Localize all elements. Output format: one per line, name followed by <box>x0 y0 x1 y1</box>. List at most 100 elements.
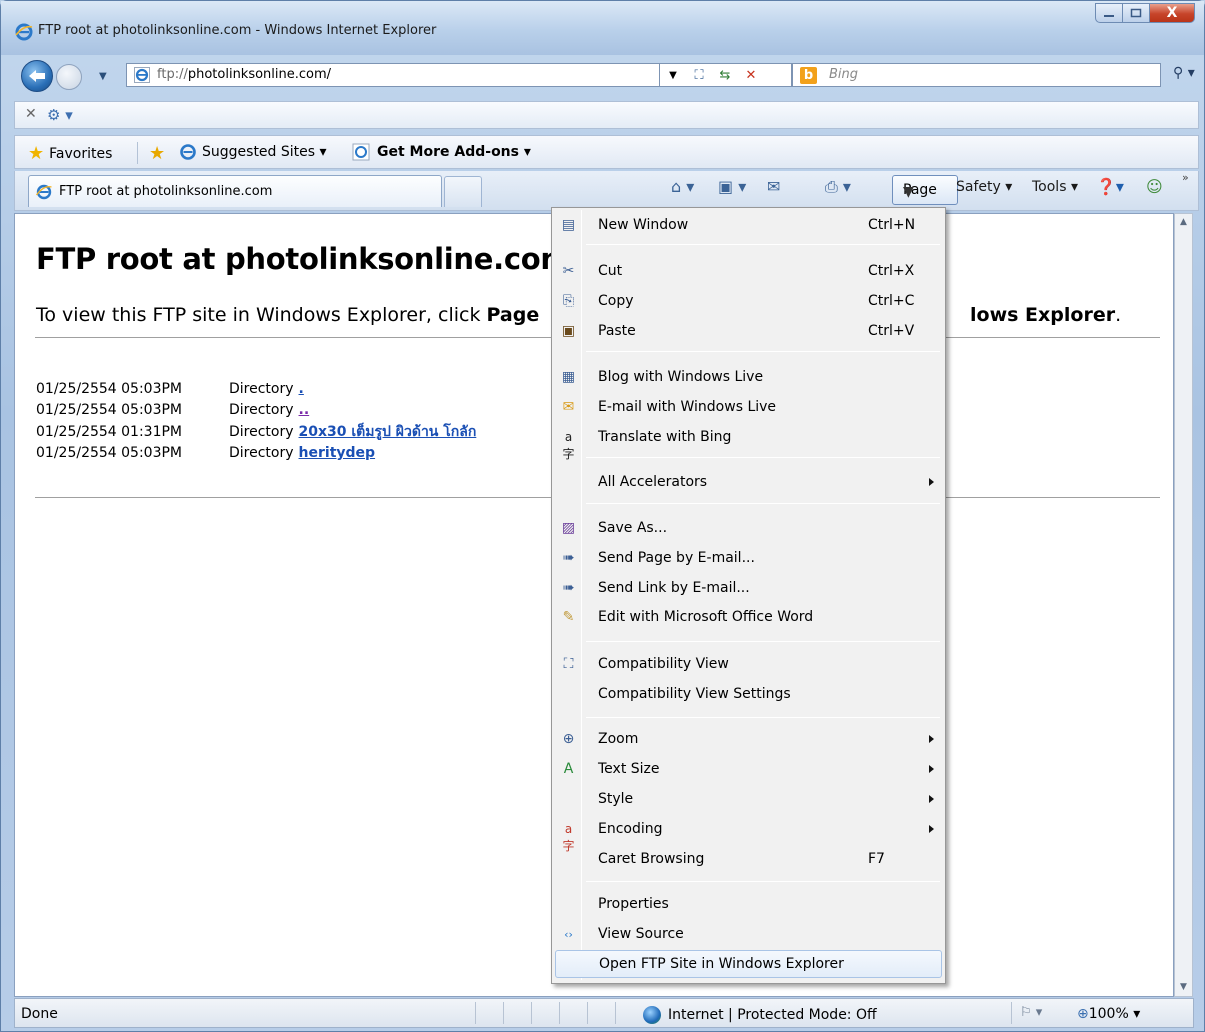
listing-kind: Directory <box>229 402 294 419</box>
menu-item-send-page-email[interactable]: ➠ Send Page by E-mail... <box>555 545 942 573</box>
instruction-start: To view this FTP site in Windows Explore… <box>36 304 487 326</box>
translate-icon: a字 <box>562 430 575 461</box>
menu-item-label: Open FTP Site in Windows Explorer <box>599 956 844 972</box>
tab-row: FTP root at photolinksonline.com ⌂ ▾ ▣ ▾… <box>14 171 1199 211</box>
menu-item-label: Zoom <box>598 731 639 747</box>
menu-item-paste[interactable]: ▣ Paste Ctrl+V <box>555 318 942 346</box>
popup-blocker-icon[interactable]: ⚐ ▾ <box>1020 1005 1042 1020</box>
back-button[interactable] <box>21 60 53 92</box>
menu-item-label: View Source <box>598 926 684 942</box>
listing-link[interactable]: 20x30 เต็มรูป ผิวด้าน โกลัก <box>299 421 477 443</box>
listing-date: 01/25/2554 05:03PM <box>36 445 183 462</box>
compatibility-view-icon[interactable]: ⛶ <box>686 68 712 83</box>
listing-link[interactable]: . <box>299 381 304 397</box>
window-controls: X <box>1095 3 1195 23</box>
scroll-down-icon[interactable]: ▼ <box>1175 979 1192 996</box>
toolbar-settings-icon[interactable]: ⚙ ▾ <box>47 106 73 124</box>
menu-item-caret-browsing[interactable]: Caret Browsing F7 <box>555 846 942 874</box>
text-size-icon: A <box>563 761 574 777</box>
status-divider <box>503 1002 504 1024</box>
suggested-sites-button[interactable]: Suggested Sites ▾ <box>179 143 327 161</box>
submenu-arrow-icon <box>929 825 934 833</box>
overflow-chevron-icon[interactable]: » <box>1182 171 1189 184</box>
tab-ie-icon <box>36 184 52 200</box>
menu-item-cut[interactable]: ✂ Cut Ctrl+X <box>555 258 942 286</box>
menu-item-label: Paste <box>598 323 636 339</box>
menu-item-all-accelerators[interactable]: All Accelerators <box>555 469 942 497</box>
messenger-icon[interactable]: ☺ <box>1146 177 1163 196</box>
menu-item-shortcut: F7 <box>868 851 885 867</box>
menu-item-open-ftp-explorer[interactable]: Open FTP Site in Windows Explorer <box>555 950 942 978</box>
minimize-button[interactable] <box>1095 3 1123 23</box>
menu-item-label: New Window <box>598 217 689 233</box>
menu-item-text-size[interactable]: A Text Size <box>555 756 942 784</box>
menu-item-copy[interactable]: ⎘ Copy Ctrl+C <box>555 288 942 316</box>
stop-icon[interactable]: ✕ <box>738 68 764 83</box>
address-url[interactable]: ftp://photolinksonline.com/ <box>157 67 331 82</box>
favorites-button[interactable]: ★ Favorites <box>28 143 112 164</box>
help-icon[interactable]: ❓▾ <box>1096 177 1124 196</box>
menu-item-compatibility-view[interactable]: ⛶ Compatibility View <box>555 651 942 679</box>
menu-item-label: Send Link by E-mail... <box>598 580 750 596</box>
menu-item-zoom[interactable]: ⊕ Zoom <box>555 726 942 754</box>
feeds-icon[interactable]: ▣ ▾ <box>718 177 746 196</box>
close-toolbar-icon[interactable]: ✕ <box>25 106 37 122</box>
status-divider <box>531 1002 532 1024</box>
zoom-icon: ⊕ <box>562 731 575 747</box>
close-button[interactable]: X <box>1149 3 1195 23</box>
home-icon[interactable]: ⌂ ▾ <box>671 177 694 196</box>
safety-menu-button[interactable]: Safety ▾ <box>956 179 1012 195</box>
status-divider <box>1011 1002 1012 1024</box>
menu-separator <box>586 244 940 245</box>
toolbar-row: ✕ ⚙ ▾ <box>14 101 1199 129</box>
menu-item-properties[interactable]: Properties <box>555 891 942 919</box>
favorites-bar: ★ Favorites ★ Suggested Sites ▾ Get More… <box>14 135 1199 169</box>
menu-item-style[interactable]: Style <box>555 786 942 814</box>
menu-item-edit-word[interactable]: ✎ Edit with Microsoft Office Word <box>555 604 942 632</box>
page-chevron-icon: ▼ <box>903 184 914 200</box>
address-dropdown-icon[interactable]: ▼ <box>660 70 686 81</box>
security-zone[interactable]: Internet | Protected Mode: Off <box>643 1006 877 1024</box>
search-icon[interactable]: ⚲ ▾ <box>1173 65 1195 81</box>
menu-separator <box>586 881 940 882</box>
menu-item-blog-windows-live[interactable]: ▦ Blog with Windows Live <box>555 364 942 392</box>
status-bar: Done Internet | Protected Mode: Off ⚐ ▾ … <box>14 998 1194 1028</box>
menu-item-new-window[interactable]: ▤ New Window Ctrl+N <box>555 212 942 240</box>
submenu-arrow-icon <box>929 478 934 486</box>
menu-item-view-source[interactable]: ‹› View Source <box>555 921 942 949</box>
get-addons-button[interactable]: Get More Add-ons ▾ <box>352 143 531 161</box>
page-menu-button[interactable]: Page ▼ <box>892 175 958 205</box>
add-to-favorites-bar-button[interactable]: ★ <box>149 143 170 164</box>
search-placeholder[interactable]: Bing <box>829 67 858 82</box>
listing-link[interactable]: .. <box>299 402 310 418</box>
menu-item-email-windows-live[interactable]: ✉ E-mail with Windows Live <box>555 394 942 422</box>
copy-icon: ⎘ <box>562 293 575 309</box>
new-tab-button[interactable] <box>444 176 482 207</box>
menu-item-shortcut: Ctrl+N <box>868 217 916 233</box>
menu-item-save-as[interactable]: ▨ Save As... <box>555 515 942 543</box>
maximize-button[interactable] <box>1122 3 1150 23</box>
page-heading: FTP root at photolinksonline.com <box>36 242 571 276</box>
status-divider <box>559 1002 560 1024</box>
refresh-icon[interactable]: ⇆ <box>712 68 738 83</box>
tools-menu-button[interactable]: Tools ▾ <box>1032 179 1078 195</box>
read-mail-icon[interactable]: ✉ <box>767 177 780 196</box>
menu-item-encoding[interactable]: a字 Encoding <box>555 816 942 853</box>
menu-separator <box>586 503 940 504</box>
listing-link[interactable]: heritydep <box>299 445 376 461</box>
menu-item-send-link-email[interactable]: ➠ Send Link by E-mail... <box>555 575 942 603</box>
print-icon[interactable]: ⎙ ▾ <box>825 177 851 197</box>
menu-item-label: Encoding <box>598 821 663 837</box>
scroll-up-icon[interactable]: ▲ <box>1175 214 1192 231</box>
menu-item-translate-bing[interactable]: a字 Translate with Bing <box>555 424 942 461</box>
page-ie-icon <box>134 67 150 83</box>
zoom-level[interactable]: ⊕100% ▾ <box>1077 1006 1140 1022</box>
search-box[interactable]: b Bing <box>792 63 1161 87</box>
forward-button[interactable] <box>56 64 82 90</box>
vertical-scrollbar[interactable]: ▲ ▼ <box>1174 213 1193 997</box>
history-dropdown-icon[interactable]: ▼ <box>99 71 107 82</box>
menu-item-compatibility-settings[interactable]: Compatibility View Settings <box>555 681 942 709</box>
tab-ftp-root[interactable]: FTP root at photolinksonline.com <box>28 175 442 207</box>
address-bar[interactable]: ftp://photolinksonline.com/ <box>126 63 660 87</box>
menu-item-shortcut: Ctrl+X <box>868 263 915 279</box>
